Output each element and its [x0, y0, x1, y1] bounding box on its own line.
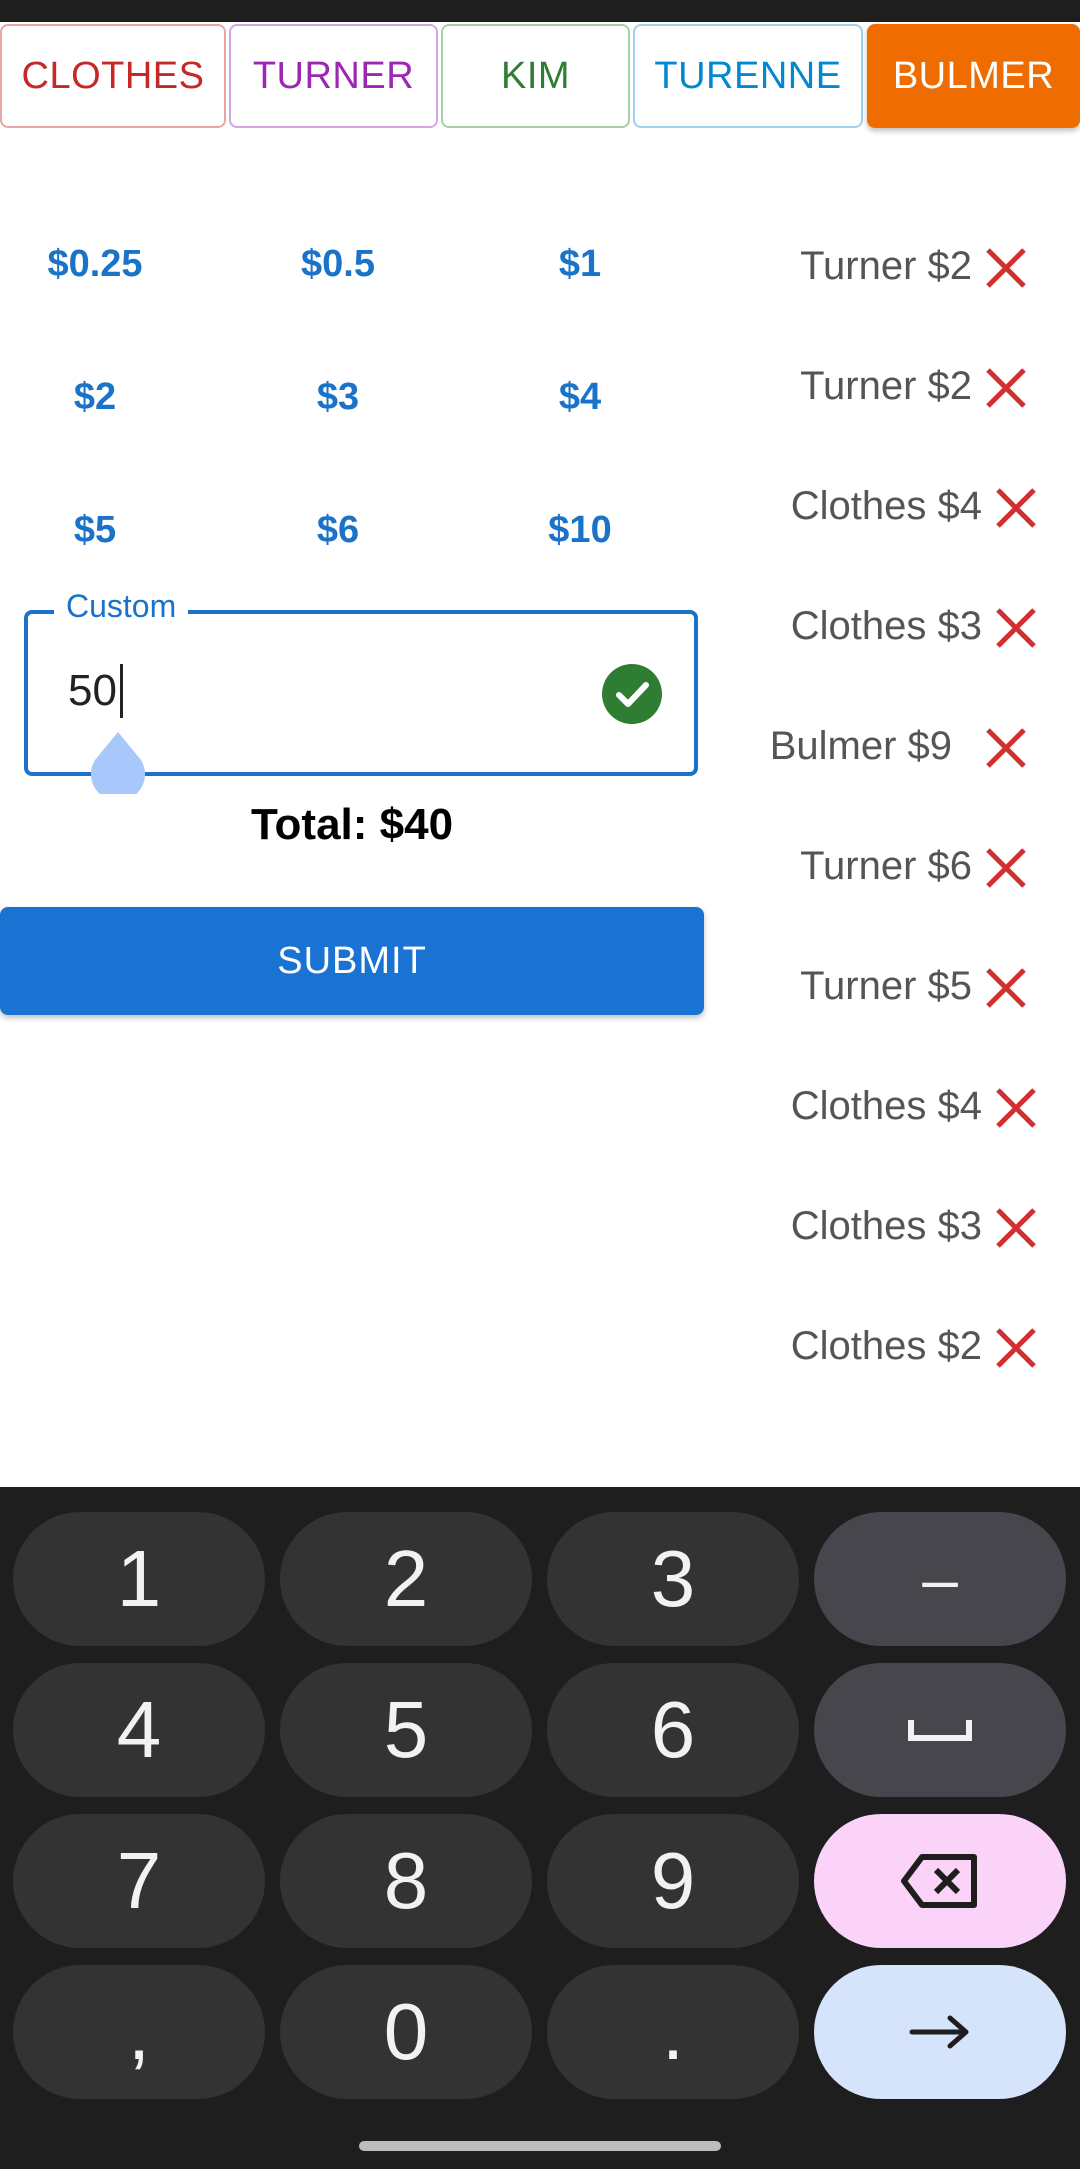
tab-turner[interactable]: TURNER: [229, 24, 438, 128]
amount-button[interactable]: $6: [238, 490, 438, 570]
amount-button[interactable]: $2: [0, 357, 195, 437]
history-item-label: Clothes $4: [790, 1084, 982, 1128]
list-item: Clothes $3: [730, 586, 1080, 666]
amount-button[interactable]: $4: [480, 357, 680, 437]
close-icon[interactable]: [992, 1204, 1040, 1252]
tab-clothes[interactable]: CLOTHES: [0, 24, 226, 128]
amount-button[interactable]: $3: [238, 357, 438, 437]
enter-arrow-icon: [909, 2015, 969, 2049]
custom-field-label: Custom: [54, 588, 189, 625]
history-item-label: Clothes $4: [790, 484, 982, 528]
close-icon[interactable]: [982, 244, 1030, 292]
list-item: Clothes $3: [730, 1186, 1080, 1266]
custom-amount-input[interactable]: 50: [68, 666, 117, 716]
list-item: Turner $6: [730, 826, 1080, 906]
key-0[interactable]: 0: [280, 1965, 532, 2099]
close-icon[interactable]: [982, 844, 1030, 892]
close-icon[interactable]: [992, 604, 1040, 652]
amount-button[interactable]: $0.25: [0, 224, 195, 304]
history-item-label: Turner $5: [800, 964, 972, 1008]
category-tabs: CLOTHES TURNER KIM TURENNE BULMER: [0, 24, 1080, 132]
history-item-label: Clothes $3: [790, 1204, 982, 1248]
total-label: Total: $40: [250, 800, 454, 849]
numeric-keyboard: 1 2 3 – 4 5 6 7 8 9 , 0 .: [0, 1487, 1080, 2169]
key-comma[interactable]: ,: [13, 1965, 265, 2099]
list-item: Clothes $4: [730, 1066, 1080, 1146]
key-period[interactable]: .: [547, 1965, 799, 2099]
amount-button[interactable]: $5: [0, 490, 195, 570]
submit-button[interactable]: SUBMIT: [0, 907, 704, 1015]
text-cursor: [120, 664, 123, 718]
list-item: Turner $2: [730, 226, 1080, 306]
key-7[interactable]: 7: [13, 1814, 265, 1948]
key-6[interactable]: 6: [547, 1663, 799, 1797]
check-circle-icon[interactable]: [602, 664, 662, 724]
history-item-label: Bulmer $9: [769, 724, 952, 768]
list-item: Bulmer $9: [730, 706, 1080, 786]
space-icon: [908, 1720, 972, 1741]
history-item-label: Clothes $2: [790, 1324, 982, 1368]
list-item: Clothes $2: [730, 1306, 1080, 1386]
backspace-icon: [901, 1854, 977, 1908]
key-minus[interactable]: –: [814, 1512, 1066, 1646]
list-item: Turner $5: [730, 946, 1080, 1026]
key-backspace[interactable]: [814, 1814, 1066, 1948]
list-item: Turner $2: [730, 346, 1080, 426]
tab-turenne[interactable]: TURENNE: [633, 24, 863, 128]
history-item-label: Turner $2: [800, 244, 972, 288]
key-space[interactable]: [814, 1663, 1066, 1797]
key-9[interactable]: 9: [547, 1814, 799, 1948]
key-enter[interactable]: [814, 1965, 1066, 2099]
close-icon[interactable]: [992, 1324, 1040, 1372]
key-4[interactable]: 4: [13, 1663, 265, 1797]
tab-bulmer[interactable]: BULMER: [867, 24, 1080, 128]
close-icon[interactable]: [982, 964, 1030, 1012]
close-icon[interactable]: [992, 484, 1040, 532]
key-2[interactable]: 2: [280, 1512, 532, 1646]
key-8[interactable]: 8: [280, 1814, 532, 1948]
key-1[interactable]: 1: [13, 1512, 265, 1646]
close-icon[interactable]: [982, 724, 1030, 772]
amount-button[interactable]: $10: [480, 490, 680, 570]
amount-button[interactable]: $1: [480, 224, 680, 304]
close-icon[interactable]: [982, 364, 1030, 412]
home-indicator[interactable]: [359, 2141, 721, 2151]
history-item-label: Clothes $3: [790, 604, 982, 648]
amount-button[interactable]: $0.5: [238, 224, 438, 304]
status-bar: [0, 0, 1080, 22]
key-5[interactable]: 5: [280, 1663, 532, 1797]
history-item-label: Turner $6: [800, 844, 972, 888]
close-icon[interactable]: [992, 1084, 1040, 1132]
cursor-handle-icon[interactable]: [89, 730, 147, 794]
key-3[interactable]: 3: [547, 1512, 799, 1646]
list-item: Clothes $4: [730, 466, 1080, 546]
history-item-label: Turner $2: [800, 364, 972, 408]
tab-kim[interactable]: KIM: [441, 24, 630, 128]
